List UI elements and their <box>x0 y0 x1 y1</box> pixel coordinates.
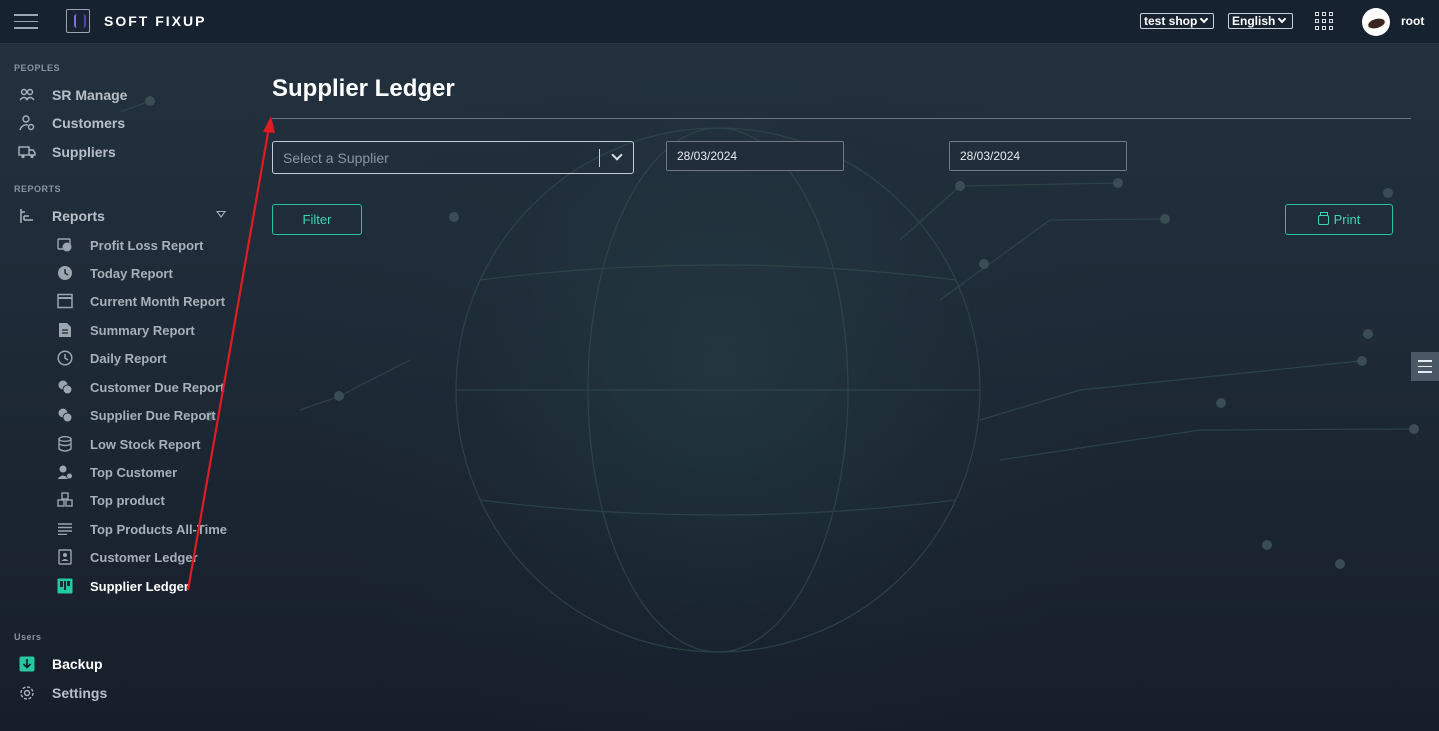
user-star-icon <box>56 463 74 481</box>
chevron-down-icon[interactable] <box>611 149 623 161</box>
sidebar-item-supplier-due-report[interactable]: Supplier Due Report <box>56 404 216 426</box>
sidebar-item-sr-manage[interactable]: SR Manage <box>18 84 127 106</box>
sidebar-item-label: Customer Ledger <box>90 549 198 565</box>
ledger-icon <box>56 577 74 595</box>
sidebar-item-label: Supplier Ledger <box>90 578 189 594</box>
sidebar-item-label: Today Report <box>90 265 173 281</box>
lines-icon <box>56 520 74 538</box>
sidebar-item-label: Settings <box>52 685 108 701</box>
sidebar-item-customer-due-report[interactable]: Customer Due Report <box>56 376 224 398</box>
language-select-value: English <box>1232 14 1276 28</box>
brand[interactable]: SOFT FIXUP <box>66 9 206 33</box>
chevron-down-icon <box>1278 14 1287 24</box>
sidebar-item-settings[interactable]: Settings <box>18 682 107 704</box>
apps-grid-icon[interactable] <box>1315 12 1333 30</box>
sidebar-item-customer-ledger[interactable]: Customer Ledger <box>56 546 198 568</box>
print-button[interactable]: Print <box>1285 204 1393 235</box>
download-icon <box>18 655 36 673</box>
shop-select[interactable]: test shop <box>1140 13 1214 29</box>
sidebar-item-top-product[interactable]: Top product <box>56 489 165 511</box>
sidebar-item-top-products-all-time[interactable]: Top Products All-Time <box>56 518 227 540</box>
sidebar-item-backup[interactable]: Backup <box>18 653 103 675</box>
truck-icon <box>18 143 36 161</box>
sidebar-item-label: SR Manage <box>52 87 128 103</box>
filter-button-label: Filter <box>302 212 332 227</box>
username[interactable]: root <box>1401 14 1424 28</box>
sidebar-item-low-stock-report[interactable]: Low Stock Report <box>56 433 201 455</box>
sidebar-item-label: Supplier Due Report <box>90 407 216 423</box>
sidebar-item-label: Low Stock Report <box>90 436 201 452</box>
sidebar-item-label: Customers <box>52 115 126 131</box>
sidebar-item-label: Customer Due Report <box>90 379 225 395</box>
printer-icon <box>1317 211 1329 225</box>
supplier-select[interactable]: Select a Supplier <box>272 141 634 174</box>
users-icon <box>18 86 36 104</box>
sidebar-item-label: Reports <box>52 208 105 224</box>
sidebar-item-customers[interactable]: Customers <box>18 112 125 134</box>
sidebar-item-label: Top Customer <box>90 464 178 480</box>
section-title-reports: REPORTS <box>14 184 62 194</box>
cubes-icon <box>56 491 74 509</box>
title-divider <box>272 118 1411 119</box>
collapse-caret-icon[interactable] <box>216 211 226 218</box>
clock-icon <box>56 264 74 282</box>
top-bar: SOFT FIXUP test shop English root <box>0 0 1439 44</box>
sidebar-item-summary-report[interactable]: Summary Report <box>56 319 195 341</box>
sidebar-item-label: Suppliers <box>52 144 116 160</box>
section-title-users: Users <box>14 632 42 642</box>
chevron-down-icon <box>1200 14 1209 24</box>
avatar[interactable] <box>1362 8 1390 36</box>
sidebar-item-label: Profit Loss Report <box>90 237 204 253</box>
date-to-input[interactable] <box>949 141 1127 171</box>
sidebar-item-current-month-report[interactable]: Current Month Report <box>56 290 225 312</box>
settings-sliders-icon[interactable] <box>1411 352 1439 381</box>
database-icon <box>56 435 74 453</box>
calendar-icon <box>56 292 74 310</box>
sidebar-item-label: Top product <box>90 492 165 508</box>
sidebar-item-daily-report[interactable]: Daily Report <box>56 347 167 369</box>
date-from-input[interactable] <box>666 141 844 171</box>
tree-list-icon <box>18 207 36 225</box>
money-icon <box>56 236 74 254</box>
sidebar: PEOPLES SR Manage Customers Suppliers RE… <box>0 45 240 731</box>
brand-logo-icon <box>66 9 90 33</box>
language-select[interactable]: English <box>1228 13 1293 29</box>
main-content: Supplier Ledger Select a Supplier Filter… <box>272 44 1412 731</box>
brand-name: SOFT FIXUP <box>104 13 207 29</box>
document-icon <box>56 321 74 339</box>
sidebar-item-reports[interactable]: Reports <box>18 205 105 227</box>
hamburger-menu-icon[interactable] <box>14 14 38 30</box>
sidebar-item-label: Backup <box>52 656 103 672</box>
sidebar-item-label: Summary Report <box>90 322 195 338</box>
coins-icon <box>56 406 74 424</box>
user-gear-icon <box>18 114 36 132</box>
sidebar-item-profit-loss-report[interactable]: Profit Loss Report <box>56 234 203 256</box>
sidebar-item-label: Top Products All-Time <box>90 521 227 537</box>
coins-icon <box>56 378 74 396</box>
print-button-label: Print <box>1333 212 1361 227</box>
clock-outline-icon <box>56 349 74 367</box>
sidebar-item-supplier-ledger[interactable]: Supplier Ledger <box>56 575 189 597</box>
shop-select-value: test shop <box>1144 14 1198 28</box>
filter-button[interactable]: Filter <box>272 204 362 235</box>
sidebar-item-label: Current Month Report <box>90 293 226 309</box>
select-separator <box>599 149 600 167</box>
sidebar-item-label: Daily Report <box>90 350 167 366</box>
gear-icon <box>18 684 36 702</box>
section-title-peoples: PEOPLES <box>14 63 61 73</box>
contact-book-icon <box>56 548 74 566</box>
page-title: Supplier Ledger <box>272 75 455 102</box>
supplier-select-placeholder: Select a Supplier <box>283 150 389 166</box>
sidebar-item-suppliers[interactable]: Suppliers <box>18 141 116 163</box>
sidebar-item-today-report[interactable]: Today Report <box>56 262 173 284</box>
sidebar-item-top-customer[interactable]: Top Customer <box>56 461 177 483</box>
